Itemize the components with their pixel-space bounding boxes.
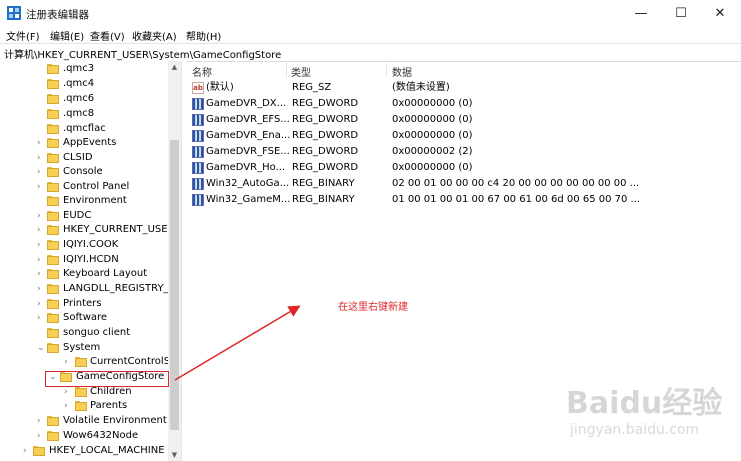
annotation-text: 在这里右键新建 <box>338 302 408 313</box>
watermark-logo: Baidu经验 <box>566 386 723 421</box>
watermark-url: jingyan.baidu.com <box>570 422 700 438</box>
baidu-watermark: Baidu经验 jingyan.baidu.com <box>560 378 730 453</box>
